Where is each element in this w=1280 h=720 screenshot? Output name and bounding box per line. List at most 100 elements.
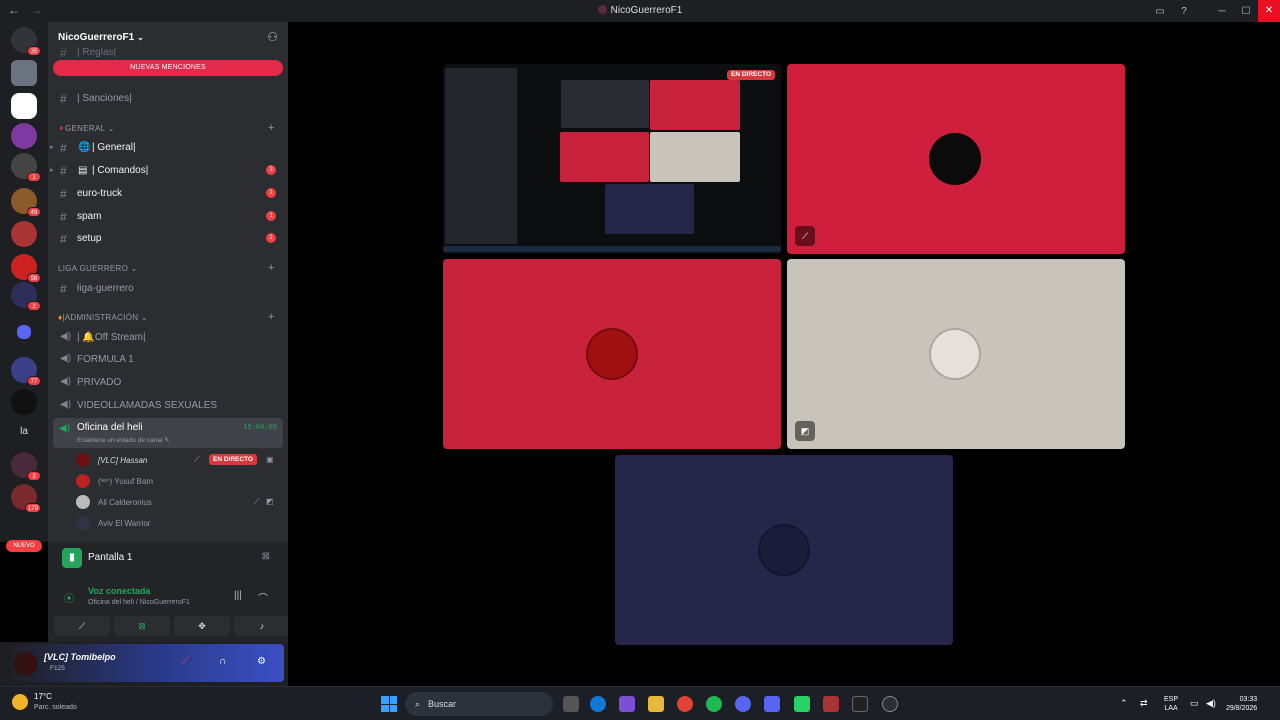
voice-member[interactable]: Aviv El Warrior — [76, 513, 286, 533]
channel-spam[interactable]: # spam 1 — [48, 206, 288, 226]
new-pill[interactable]: NUEVO — [6, 540, 42, 552]
category-liga[interactable]: LIGA GUERRERO ⌄ + — [58, 262, 274, 274]
server-icon[interactable] — [11, 389, 37, 415]
stream-preview — [650, 80, 740, 130]
game-icon[interactable] — [823, 696, 839, 712]
server-icon[interactable] — [11, 60, 37, 86]
server-icon[interactable]: 49 — [11, 188, 41, 217]
camera-off-button[interactable]: ⟋ — [54, 616, 110, 636]
server-icon[interactable]: 1 — [11, 153, 41, 182]
server-icon[interactable] — [17, 325, 31, 339]
language-indicator[interactable]: ESP LAA — [1164, 695, 1178, 713]
channel-sanciones[interactable]: # | Sanciones| — [48, 88, 288, 108]
volume-icon[interactable]: ◀) — [1206, 698, 1216, 709]
channel-setup[interactable]: # setup 1 — [48, 228, 288, 248]
server-icon[interactable]: 98 — [11, 254, 41, 283]
monitor-icon[interactable]: ▭ — [1190, 698, 1199, 709]
activities-button[interactable]: ✥ — [174, 616, 230, 636]
voice-member[interactable]: Ali Calderonius ⟋ ◩ — [76, 492, 286, 512]
server-icon[interactable] — [11, 123, 37, 149]
voice-channel-name: Oficina del heli — [77, 422, 143, 433]
close-icon[interactable]: ✕ — [1258, 0, 1280, 22]
server-icon[interactable] — [11, 93, 37, 119]
server-text-icon[interactable]: la — [11, 419, 37, 445]
plus-icon[interactable]: + — [268, 122, 275, 134]
title-bar: ← → NicoGuerreroF1 ▭ ? ─ ☐ ✕ — [0, 0, 1280, 22]
category-general[interactable]: ✦GENERAL ⌄ + — [58, 122, 274, 134]
voice-channel-videollamadas[interactable]: ◀) VIDEOLLAMADAS SEXUALES — [48, 395, 288, 415]
voice-location[interactable]: Oficina del heli / NicoGuerreroF1 — [88, 599, 190, 606]
voice-channel-off-stream[interactable]: ◀) | 🔔Off Stream| — [48, 327, 288, 347]
clock[interactable]: 03:33 29/8/2026 — [1226, 695, 1257, 713]
taskbar-search[interactable]: ⌕ Buscar — [405, 692, 553, 716]
chrome-icon[interactable] — [677, 696, 693, 712]
server-icon[interactable]: 77 — [11, 357, 41, 386]
stream-tile[interactable]: EN DIRECTO — [443, 64, 781, 254]
voice-member[interactable]: (ᵛᵉʳⁱ) Yusuf Bam — [76, 471, 286, 491]
participant-tile[interactable]: ◩ — [787, 259, 1125, 449]
stream-preview — [605, 184, 694, 234]
user-name[interactable]: [VLC] Tomibelpo — [44, 652, 116, 662]
plus-icon[interactable]: + — [268, 262, 275, 274]
plus-icon[interactable]: + — [268, 311, 275, 323]
stop-stream-icon[interactable]: ⊠ — [262, 551, 270, 562]
file-explorer-icon[interactable] — [648, 696, 664, 712]
channel-reglas[interactable]: # | Reglas| — [48, 42, 288, 62]
noise-suppression-icon[interactable]: ||| — [234, 590, 242, 601]
mic-muted-icon[interactable]: ⟋ — [182, 656, 189, 667]
help-icon[interactable]: ? — [1172, 6, 1196, 17]
window-title-text: NicoGuerreroF1 — [610, 5, 683, 16]
muted-mic-icon: ⟋ — [194, 455, 200, 464]
screen-share-bar: ▮ Pantalla 1 ⊠ — [48, 542, 288, 574]
server-icon[interactable]: 2 — [11, 282, 41, 311]
channel-liga-guerrero[interactable]: # liga-guerrero — [48, 278, 288, 298]
steam-icon[interactable] — [882, 696, 898, 712]
participant-tile[interactable] — [615, 455, 953, 645]
disconnect-icon[interactable]: ⌒ — [258, 590, 268, 605]
participant-tile[interactable] — [443, 259, 781, 449]
chevron-up-icon[interactable]: ⌃ — [1120, 698, 1128, 709]
copilot-icon[interactable] — [619, 696, 635, 712]
channel-general[interactable]: ▸ # 🌐 | General| — [48, 137, 288, 157]
task-view-icon[interactable] — [563, 696, 579, 712]
voice-status[interactable]: Voz conectada — [88, 586, 150, 596]
maximize-icon[interactable]: ☐ — [1234, 6, 1258, 17]
f1-app-icon[interactable] — [852, 696, 868, 712]
soundboard-button[interactable]: ♪ — [234, 616, 290, 636]
server-icon[interactable]: 179 — [11, 484, 41, 513]
discord-active-icon[interactable] — [764, 696, 780, 712]
server-icon[interactable]: 2 — [11, 452, 41, 481]
expand-icon: ▸ — [50, 167, 54, 174]
direct-messages-icon[interactable]: 35 — [11, 27, 41, 56]
edge-icon[interactable] — [590, 696, 606, 712]
participant-tile[interactable]: ⟋ — [787, 64, 1125, 254]
avatar[interactable] — [14, 652, 38, 676]
window-title: NicoGuerreroF1 — [0, 5, 1280, 16]
voice-connected-panel: ⦿ Voz conectada Oficina del heli / NicoG… — [48, 574, 290, 642]
channel-status-prompt[interactable]: Establece un estado de canal ✎ — [77, 436, 170, 444]
windows-start-icon[interactable] — [381, 696, 397, 712]
category-admin[interactable]: ♦|ADMINISTRACIÓN ⌄ + — [58, 311, 274, 323]
signal-icon[interactable]: ⦿ — [64, 590, 74, 605]
title-actions: ▭ ? ─ ☐ ✕ — [1148, 0, 1280, 22]
server-icon[interactable] — [11, 221, 37, 247]
channel-comandos[interactable]: ▸ # ▤ | Comandos| 3 — [48, 160, 288, 180]
channel-euro-truck[interactable]: # euro-truck 1 — [48, 183, 288, 203]
stream-preview — [560, 132, 649, 182]
live-badge: EN DIRECTO — [209, 454, 257, 465]
minimize-icon[interactable]: ─ — [1210, 6, 1234, 17]
active-voice-channel[interactable]: ◀) Oficina del heli Establece un estado … — [53, 418, 283, 448]
new-mentions-banner[interactable]: NUEVAS MENCIONES — [53, 60, 283, 76]
voice-channel-privado[interactable]: ◀) PRIVADO — [48, 372, 288, 392]
discord-icon[interactable] — [735, 696, 751, 712]
inbox-icon[interactable]: ▭ — [1148, 6, 1172, 17]
stream-button[interactable]: ⊠ — [114, 616, 170, 636]
spotify-icon[interactable] — [706, 696, 722, 712]
voice-channel-formula-1[interactable]: ◀) FORMULA 1 — [48, 349, 288, 369]
avatar — [929, 328, 981, 380]
headset-icon[interactable]: ∩ — [219, 656, 226, 667]
network-icon[interactable]: ⇄ — [1140, 698, 1148, 709]
gear-icon[interactable]: ⚙ — [257, 656, 266, 667]
voice-member[interactable]: [VLC] Hassan ⟋ EN DIRECTO ▣ — [76, 450, 286, 470]
whatsapp-icon[interactable] — [794, 696, 810, 712]
